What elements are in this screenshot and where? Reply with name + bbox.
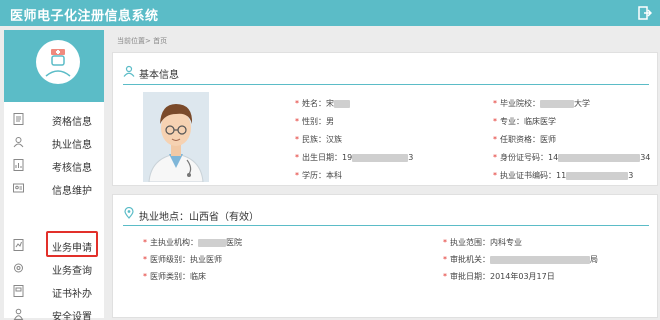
section-title: 基本信息 xyxy=(139,70,179,81)
sidebar-item-qualification[interactable]: 资格信息 xyxy=(4,108,104,130)
section-divider xyxy=(123,225,649,226)
qualification-field: * 任职资格：医师 xyxy=(493,135,556,144)
doctor-illustration-icon xyxy=(143,92,209,182)
sidebar-item-label: 执业信息 xyxy=(52,140,92,151)
sidebar-item-reissue[interactable]: 证书补办 xyxy=(4,280,104,302)
form-icon xyxy=(13,239,24,251)
sidebar-item-label: 考核信息 xyxy=(52,163,92,174)
certificate-number-field: * 执业证书编码：11 3 xyxy=(493,171,634,180)
id-number-field: * 身份证号码：14 34 xyxy=(493,153,651,162)
basic-info-panel: 基本信息 * 姓名：宋 * 性别：男 * 民族：汉族 * 出生日期：19 3 * 学历：本科… xyxy=(112,52,658,186)
education-field: * 学历：本科 xyxy=(295,171,342,180)
sidebar-item-maintenance[interactable]: 信息维护 xyxy=(4,177,104,199)
approval-date-field: * 审批日期：2014年03月17日 xyxy=(443,272,555,281)
sidebar-item-label: 证书补办 xyxy=(52,289,92,300)
sidebar-item-label: 信息维护 xyxy=(52,186,92,197)
major-field: * 专业：临床医学 xyxy=(493,117,556,126)
chart-icon xyxy=(13,159,24,171)
practice-scope-field: * 执业范围：内科专业 xyxy=(443,238,522,247)
sidebar-item-query[interactable]: 业务查询 xyxy=(4,257,104,279)
practice-location-panel: 执业地点：山西省（有效） * 主执业机构： 医院 * 医师级别：执业医师 * 医师类别：… xyxy=(112,194,658,318)
sidebar-item-label: 业务查询 xyxy=(52,266,92,277)
id-card-icon xyxy=(13,183,24,193)
person-icon xyxy=(13,308,24,320)
school-field: * 毕业院校： 大学 xyxy=(493,99,590,108)
logout-icon[interactable] xyxy=(638,6,652,20)
file-icon xyxy=(13,285,24,297)
sidebar-item-label: 资格信息 xyxy=(52,117,92,128)
user-icon xyxy=(13,137,24,148)
sidebar-item-label: 安全设置 xyxy=(52,312,92,320)
approval-authority-field: * 审批机关：局 xyxy=(443,255,598,264)
gear-icon xyxy=(14,263,23,273)
active-item-highlight xyxy=(46,231,98,257)
section-title: 执业地点：山西省（有效） xyxy=(139,212,259,223)
user-icon xyxy=(123,65,135,77)
avatar-panel xyxy=(4,30,104,102)
birth-date-field: * 出生日期：19 3 xyxy=(295,153,414,162)
breadcrumb: 当前位置> 首页 xyxy=(117,37,168,45)
sidebar: 资格信息 执业信息 考核信息 信息维护 业务申请 业务查询 证书补办 安全设置 xyxy=(4,30,104,320)
top-bar: 医师电子化注册信息系统 xyxy=(0,0,660,26)
sidebar-item-assessment[interactable]: 考核信息 xyxy=(4,154,104,176)
sidebar-item-practice[interactable]: 执业信息 xyxy=(4,131,104,153)
doctor-level-field: * 医师级别：执业医师 xyxy=(143,255,222,264)
avatar xyxy=(36,40,80,84)
sidebar-item-security[interactable]: 安全设置 xyxy=(4,303,104,320)
document-icon xyxy=(13,113,24,125)
doctor-category-field: * 医师类别：临床 xyxy=(143,272,206,281)
name-field: * 姓名：宋 xyxy=(295,98,350,109)
location-pin-icon xyxy=(124,207,134,219)
doctor-avatar-icon xyxy=(45,49,71,77)
main-institution-field: * 主执业机构： 医院 xyxy=(143,238,242,247)
ethnicity-field: * 民族：汉族 xyxy=(295,135,342,144)
gender-field: * 性别：男 xyxy=(295,117,334,126)
app-title: 医师电子化注册信息系统 xyxy=(10,9,159,24)
section-divider xyxy=(123,84,649,85)
doctor-photo xyxy=(143,92,209,182)
